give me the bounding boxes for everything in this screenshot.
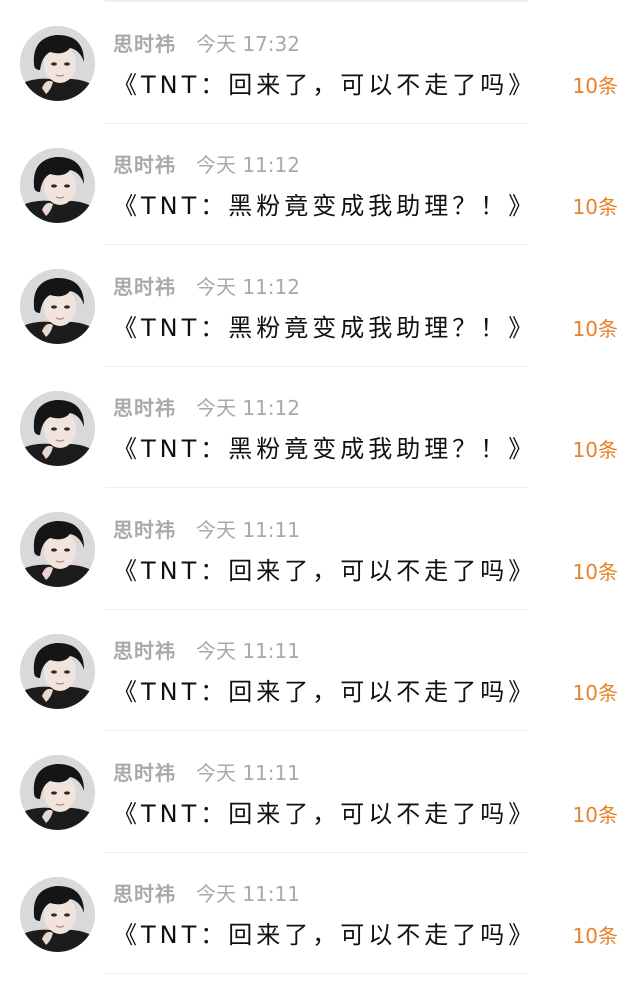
message-count: 10条 xyxy=(572,195,618,219)
message-meta: 思时祎 今天 11:12 xyxy=(113,270,300,300)
message-count: 10条 xyxy=(572,438,618,462)
message-time: 今天 17:32 xyxy=(196,31,300,56)
message-time: 今天 11:11 xyxy=(196,760,300,785)
message-row[interactable]: 思时祎 今天 11:12 《TNT：黑粉竟变成我助理？！》 10条 xyxy=(0,367,640,489)
message-count: 10条 xyxy=(572,802,618,827)
sender-name: 思时祎 xyxy=(113,396,176,420)
message-count: 10条 xyxy=(572,924,618,948)
message-time: 今天 11:12 xyxy=(196,396,300,420)
message-row[interactable]: 思时祎 今天 17:32 《TNT：回来了，可以不走了吗》 10条 xyxy=(0,2,640,124)
avatar-icon[interactable] xyxy=(20,633,95,709)
sender-name: 思时祎 xyxy=(113,31,176,56)
message-title[interactable]: 《TNT：回来了，可以不走了吗》 xyxy=(113,672,536,708)
message-title[interactable]: 《TNT：黑粉竟变成我助理？！》 xyxy=(113,186,536,222)
avatar-icon[interactable] xyxy=(20,26,95,101)
message-time: 今天 11:11 xyxy=(196,517,300,542)
avatar-icon[interactable] xyxy=(20,390,95,466)
sender-name: 思时祎 xyxy=(113,274,176,299)
message-row[interactable]: 思时祎 今天 11:11 《TNT：回来了，可以不走了吗》 10条 xyxy=(0,610,640,732)
avatar-icon[interactable] xyxy=(20,269,95,344)
message-title[interactable]: 《TNT：黑粉竟变成我助理？！》 xyxy=(113,307,536,343)
message-count: 10条 xyxy=(572,73,618,98)
message-row[interactable]: 思时祎 今天 11:11 《TNT：回来了，可以不走了吗》 10条 xyxy=(0,853,640,975)
message-count: 10条 xyxy=(572,559,618,584)
message-meta: 思时祎 今天 17:32 xyxy=(113,27,300,57)
message-meta: 思时祎 今天 11:11 xyxy=(113,756,300,786)
sender-name: 思时祎 xyxy=(113,882,176,906)
message-time: 今天 11:12 xyxy=(196,153,300,177)
message-meta: 思时祎 今天 11:12 xyxy=(113,392,300,422)
sender-name: 思时祎 xyxy=(113,760,176,785)
message-meta: 思时祎 今天 11:11 xyxy=(113,878,300,908)
avatar-icon[interactable] xyxy=(20,512,95,587)
message-row[interactable]: 思时祎 今天 11:12 《TNT：黑粉竟变成我助理？！》 10条 xyxy=(0,245,640,367)
sender-name: 思时祎 xyxy=(113,639,176,663)
message-count: 10条 xyxy=(572,316,618,341)
message-time: 今天 11:11 xyxy=(196,639,300,663)
message-row[interactable]: 思时祎 今天 11:11 《TNT：回来了，可以不走了吗》 10条 xyxy=(0,731,640,853)
message-title[interactable]: 《TNT：回来了，可以不走了吗》 xyxy=(113,64,536,100)
message-list: 思时祎 今天 17:32 《TNT：回来了，可以不走了吗》 10条 思时祎 今天… xyxy=(0,0,640,984)
message-time: 今天 11:11 xyxy=(196,882,300,906)
sender-name: 思时祎 xyxy=(113,517,176,542)
message-title[interactable]: 《TNT：回来了，可以不走了吗》 xyxy=(113,793,536,829)
message-count: 10条 xyxy=(572,681,618,705)
message-title[interactable]: 《TNT：回来了，可以不走了吗》 xyxy=(113,915,536,951)
sender-name: 思时祎 xyxy=(113,153,176,177)
message-meta: 思时祎 今天 11:11 xyxy=(113,635,300,665)
message-time: 今天 11:12 xyxy=(196,274,300,299)
message-meta: 思时祎 今天 11:11 xyxy=(113,513,300,543)
message-row[interactable]: 思时祎 今天 11:11 《TNT：回来了，可以不走了吗》 10条 xyxy=(0,488,640,610)
message-meta: 思时祎 今天 11:12 xyxy=(113,149,300,179)
message-row[interactable]: 思时祎 今天 11:12 《TNT：黑粉竟变成我助理？！》 10条 xyxy=(0,124,640,246)
message-title[interactable]: 《TNT：黑粉竟变成我助理？！》 xyxy=(113,429,536,465)
avatar-icon[interactable] xyxy=(20,147,95,223)
avatar-icon[interactable] xyxy=(20,876,95,952)
message-title[interactable]: 《TNT：回来了，可以不走了吗》 xyxy=(113,550,536,586)
avatar-icon[interactable] xyxy=(20,755,95,830)
